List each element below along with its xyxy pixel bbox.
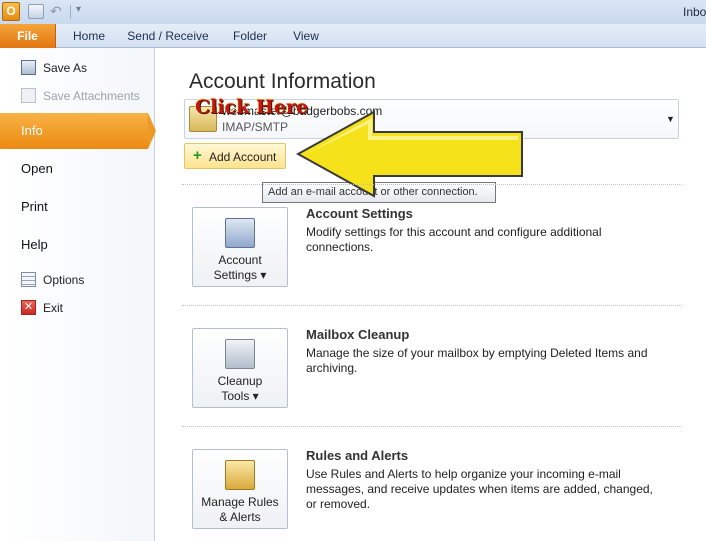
account-settings-title: Account Settings: [306, 206, 413, 221]
add-account-label: Add Account: [209, 150, 277, 164]
plus-icon: +: [193, 147, 202, 164]
account-info-panel: Account Information webmaster@badgerbobs…: [156, 48, 706, 541]
cleanup-tools-icon: [225, 339, 255, 369]
backstage-nav: Save As Save Attachments Info Open Print…: [0, 48, 156, 541]
save-attachments-icon: [21, 88, 36, 103]
nav-help[interactable]: Help: [0, 227, 155, 263]
manage-rules-label-line1: Manage Rules: [201, 495, 279, 509]
exit-icon: ✕: [21, 300, 36, 315]
options-icon: [21, 272, 36, 287]
nav-options[interactable]: Options: [0, 267, 155, 293]
nav-save-as[interactable]: Save As: [0, 55, 155, 81]
tab-file[interactable]: File: [0, 24, 56, 48]
undo-icon[interactable]: ↶: [50, 2, 66, 20]
nav-print[interactable]: Print: [0, 189, 155, 225]
account-settings-description: Modify settings for this account and con…: [306, 225, 602, 254]
rules-alerts-icon: [225, 460, 255, 490]
account-type: IMAP/SMTP: [222, 120, 289, 134]
page-title: Account Information: [189, 70, 376, 93]
tab-home[interactable]: Home: [67, 24, 111, 48]
window-title: Inbo: [683, 5, 706, 19]
nav-info-pointer: [148, 113, 156, 149]
quick-save-icon[interactable]: [28, 4, 44, 19]
account-settings-button[interactable]: Account Settings ▾: [192, 207, 288, 287]
ribbon-tabs: File Home Send / Receive Folder View: [0, 24, 706, 48]
nav-exit[interactable]: ✕ Exit: [0, 295, 155, 321]
nav-save-attachments-label: Save Attachments: [43, 89, 140, 103]
nav-save-as-label: Save As: [43, 61, 88, 75]
cleanup-tools-label-line1: Cleanup: [217, 374, 263, 388]
mailbox-cleanup-description: Manage the size of your mailbox by empty…: [306, 346, 648, 375]
cleanup-tools-button[interactable]: Cleanup Tools ▾: [192, 328, 288, 408]
nav-print-label: Print: [21, 199, 48, 214]
cleanup-tools-label-line2: Tools ▾: [221, 389, 259, 403]
account-settings-label-line2: Settings ▾: [213, 268, 267, 282]
section-divider: [182, 305, 682, 306]
outlook-app-icon[interactable]: O: [2, 2, 20, 21]
nav-open[interactable]: Open: [0, 151, 155, 187]
mailbox-cleanup-title: Mailbox Cleanup: [306, 327, 410, 342]
customize-toolbar-icon[interactable]: ▾: [76, 4, 81, 15]
nav-info-label: Info: [21, 123, 43, 138]
dropdown-arrow-icon[interactable]: ▼: [666, 114, 675, 124]
nav-info[interactable]: Info: [0, 113, 156, 149]
nav-options-label: Options: [43, 273, 85, 287]
manage-rules-label-line2: & Alerts: [219, 510, 261, 524]
rules-alerts-description: Use Rules and Alerts to help organize yo…: [306, 467, 653, 511]
rules-alerts-title: Rules and Alerts: [306, 448, 409, 463]
nav-open-label: Open: [21, 161, 53, 176]
nav-exit-label: Exit: [43, 301, 64, 315]
account-settings-icon: [225, 218, 255, 248]
title-bar: O ↶ ▾ Inbo: [0, 0, 706, 24]
tab-view[interactable]: View: [286, 24, 326, 48]
toolbar-separator: [70, 5, 71, 19]
add-account-button[interactable]: + Add Account: [184, 143, 286, 169]
nav-save-attachments: Save Attachments: [0, 83, 155, 109]
nav-help-label: Help: [21, 237, 48, 252]
save-as-icon: [21, 60, 36, 75]
tab-send-receive[interactable]: Send / Receive: [124, 24, 212, 48]
account-settings-label-line1: Account: [218, 253, 262, 267]
tab-folder[interactable]: Folder: [225, 24, 275, 48]
manage-rules-button[interactable]: Manage Rules & Alerts: [192, 449, 288, 529]
section-divider: [182, 426, 682, 427]
click-here-callout: Click Here: [195, 96, 309, 118]
section-divider: [182, 184, 682, 185]
